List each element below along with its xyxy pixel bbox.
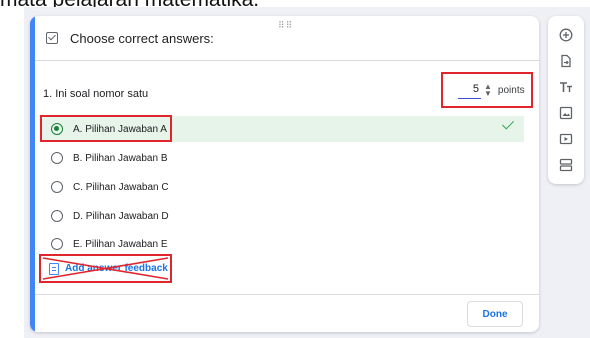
points-label: points	[497, 84, 525, 96]
footer-divider	[35, 294, 539, 295]
question-title: 1. Ini soal nomor satu	[43, 88, 149, 100]
option-a[interactable]: A. Pilihan Jawaban A	[40, 116, 524, 142]
annotation-cross-icon	[42, 257, 169, 280]
radio-icon[interactable]	[51, 238, 63, 250]
add-image-icon[interactable]	[555, 102, 577, 124]
option-c[interactable]: C. Pilihan Jawaban C	[40, 174, 524, 200]
card-accent-bar	[30, 16, 35, 332]
radio-checked-icon[interactable]	[51, 123, 63, 135]
floating-toolbar	[548, 16, 584, 184]
correct-check-icon	[502, 121, 514, 129]
answer-key-icon	[46, 32, 58, 44]
points-stepper-icon[interactable]: ▲ ▼	[484, 83, 492, 98]
add-question-icon[interactable]	[555, 24, 577, 46]
done-button[interactable]: Done	[467, 301, 523, 327]
add-video-icon[interactable]	[555, 128, 577, 150]
option-label: B. Pilihan Jawaban B	[73, 152, 168, 164]
page: mata pelajaran matematika. ⠿⠿ Choose cor…	[0, 0, 590, 338]
option-d[interactable]: D. Pilihan Jawaban D	[40, 203, 524, 229]
option-b[interactable]: B. Pilihan Jawaban B	[40, 145, 524, 171]
points-control: 5 ▲ ▼ points	[441, 72, 533, 108]
answer-key-title: Choose correct answers:	[70, 30, 214, 46]
option-label: A. Pilihan Jawaban A	[73, 123, 167, 135]
import-questions-icon[interactable]	[555, 50, 577, 72]
add-title-icon[interactable]	[555, 76, 577, 98]
option-label: C. Pilihan Jawaban C	[73, 181, 169, 193]
answer-key-header: Choose correct answers:	[35, 16, 539, 61]
option-label: D. Pilihan Jawaban D	[73, 210, 169, 222]
option-label: E. Pilihan Jawaban E	[73, 238, 168, 250]
radio-icon[interactable]	[51, 210, 63, 222]
radio-icon[interactable]	[51, 152, 63, 164]
points-input[interactable]: 5	[458, 82, 481, 99]
radio-icon[interactable]	[51, 181, 63, 193]
question-card: ⠿⠿ Choose correct answers: 1. Ini soal n…	[30, 16, 539, 332]
add-feedback-button[interactable]: Add answer feedback	[39, 254, 172, 283]
add-section-icon[interactable]	[555, 154, 577, 176]
form-editor-canvas: ⠿⠿ Choose correct answers: 1. Ini soal n…	[24, 7, 590, 338]
